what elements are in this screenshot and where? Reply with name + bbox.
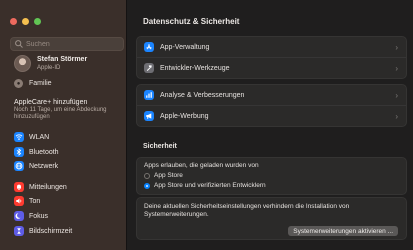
settings-group-2: Analyse & Verbesserungen › Apple-Werbung… [136,84,407,127]
sidebar-item-ton[interactable]: Ton [14,196,40,206]
sidebar-item-wlan[interactable]: WLAN [14,132,49,142]
main-pane: Datenschutz & Sicherheit App-Verwaltung … [127,0,413,250]
sidebar-item-label: WLAN [29,133,50,141]
applecare-title: AppleCare+ hinzufügen [14,99,88,106]
avatar [14,55,31,72]
speaker-icon [14,196,24,206]
row-label: Entwickler-Werkzeuge [160,64,230,72]
sidebar-item-fokus[interactable]: Fokus [14,211,48,221]
sidebar: Stefan Störmer Apple-ID ● Familie AppleC… [0,0,127,250]
moon-icon [14,211,24,221]
sidebar-item-bluetooth[interactable]: Bluetooth [14,147,59,157]
sidebar-item-label: Mitteilungen [29,183,67,191]
sidebar-item-label: Ton [29,197,41,205]
hourglass-icon [14,226,24,236]
row-label: Analyse & Verbesserungen [160,91,245,99]
row-label: App-Verwaltung [160,43,210,51]
chart-icon [144,90,154,100]
sidebar-item-label: Netzwerk [29,162,59,170]
settings-group-1: App-Verwaltung › Entwickler-Werkzeuge › [136,36,407,79]
radio-button-selected[interactable] [144,182,150,189]
app-store-icon [144,42,154,52]
app-sources-group: Apps erlauben, die geladen wurden von Ap… [136,157,407,195]
row-label: Apple-Werbung [160,112,209,120]
system-extensions-message: Deine aktuellen Sicherheitseinstellungen… [144,203,350,218]
sidebar-item-label: Familie [29,80,52,87]
radio-button[interactable] [144,172,150,179]
chevron-right-icon: › [395,90,398,100]
sidebar-item-netzwerk[interactable]: Netzwerk [14,161,58,171]
radio-label: App Store und verifizierten Entwicklern [154,182,266,189]
wifi-icon [14,132,24,142]
search-icon [15,40,23,48]
globe-icon [14,161,24,171]
chevron-right-icon: › [395,111,398,121]
row-apple-werbung[interactable]: Apple-Werbung › [137,106,406,126]
minimize-window-button[interactable] [22,18,29,25]
page-title: Datenschutz & Sicherheit [143,17,240,26]
user-subtitle: Apple-ID [37,64,61,71]
hammer-icon [144,63,154,73]
zoom-window-button[interactable] [34,18,41,25]
window-controls [10,18,41,25]
sidebar-item-label: Bildschirmzeit [29,227,73,235]
sidebar-item-family[interactable]: ● Familie [14,79,52,88]
sidebar-item-bildschirmzeit[interactable]: Bildschirmzeit [14,226,72,236]
apple-id-account[interactable]: Stefan Störmer Apple-ID [14,55,87,72]
applecare-description: Noch 11 Tage, um eine Abdeckung hinzuzuf… [14,107,107,120]
radio-app-store[interactable]: App Store [144,172,183,179]
megaphone-icon [144,111,154,121]
row-analyse-verbesserungen[interactable]: Analyse & Verbesserungen › [137,85,406,106]
sidebar-item-label: Fokus [29,212,49,220]
row-entwickler-werkzeuge[interactable]: Entwickler-Werkzeuge › [137,58,406,78]
security-heading: Sicherheit [143,143,177,150]
chevron-right-icon: › [395,42,398,52]
applecare-promo[interactable]: AppleCare+ hinzufügen Noch 11 Tage, um e… [14,99,122,121]
radio-app-store-verified[interactable]: App Store und verifizierten Entwicklern [144,182,266,189]
chevron-right-icon: › [395,63,398,73]
enable-system-extensions-button[interactable]: Systemerweiterungen aktivieren ... [288,226,398,236]
close-window-button[interactable] [10,18,17,25]
bell-icon [14,182,24,192]
settings-window: Stefan Störmer Apple-ID ● Familie AppleC… [0,0,413,250]
sidebar-item-label: Bluetooth [29,148,59,156]
search-input[interactable] [24,40,116,48]
radio-label: App Store [154,172,183,179]
search-field[interactable] [10,37,124,51]
row-app-verwaltung[interactable]: App-Verwaltung › [137,37,406,58]
sidebar-item-mitteilungen[interactable]: Mitteilungen [14,182,67,192]
bluetooth-icon [14,147,24,157]
family-icon: ● [14,79,23,88]
user-name: Stefan Störmer [37,55,88,63]
app-sources-question: Apps erlauben, die geladen wurden von [144,162,259,169]
system-extensions-group: Deine aktuellen Sicherheitseinstellungen… [136,197,407,240]
